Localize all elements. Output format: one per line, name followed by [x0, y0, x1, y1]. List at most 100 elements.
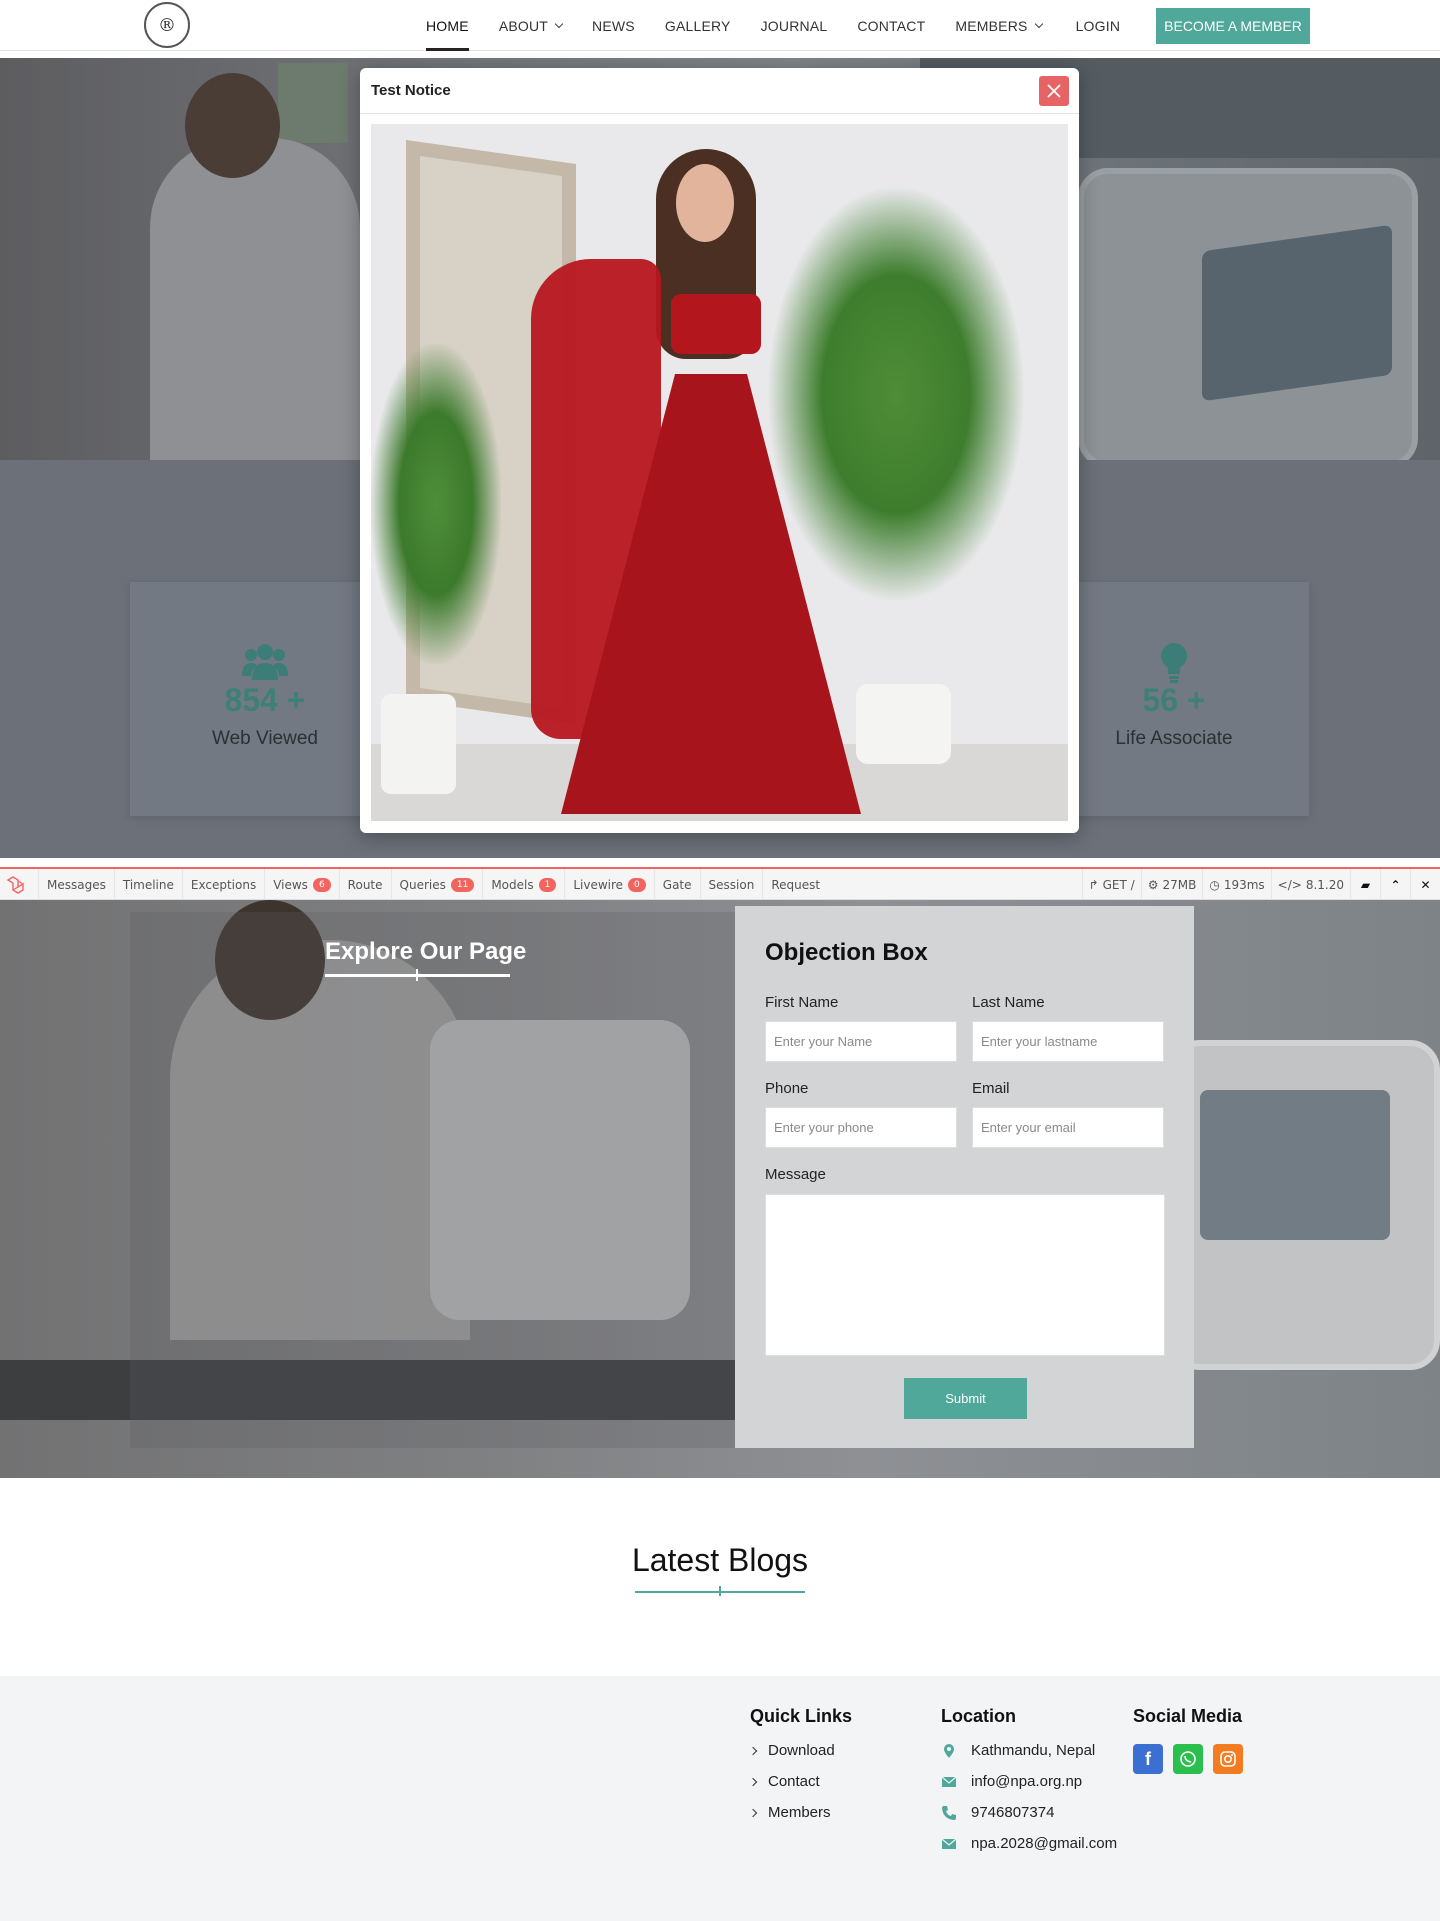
location-email-2-text: npa.2028@gmail.com — [971, 1835, 1118, 1852]
chevron-down-icon — [1034, 19, 1043, 28]
code-icon: </> — [1277, 877, 1302, 892]
explore-heading: Explore Our Page — [325, 938, 527, 965]
email-label: Email — [972, 1080, 1010, 1097]
image-pot-right — [856, 684, 951, 764]
message-textarea[interactable] — [765, 1194, 1165, 1356]
debug-tab-timeline[interactable]: Timeline — [113, 869, 182, 900]
location-phone-text: 9746807374 — [971, 1804, 1055, 1821]
chevron-right-icon — [748, 1777, 758, 1786]
stat-value: 56 + — [1142, 682, 1206, 718]
nav-members-label: MEMBERS — [955, 17, 1028, 34]
contact-left-card — [130, 912, 735, 1448]
close-icon[interactable]: ✕ — [1410, 869, 1440, 900]
debug-tab-label: Queries — [399, 877, 446, 892]
chevron-down-icon — [554, 19, 564, 28]
nav-home-label: HOME — [426, 17, 469, 34]
debug-tab-label: Gate — [662, 877, 692, 892]
nav-contact[interactable]: CONTACT — [857, 0, 925, 51]
debug-tab-label: Timeline — [122, 877, 174, 892]
nav-about-label: ABOUT — [498, 17, 549, 34]
debug-tab-exceptions[interactable]: Exceptions — [181, 869, 264, 900]
debug-tab-label: Views — [273, 877, 308, 892]
last-name-input[interactable]: Enter your lastname — [972, 1021, 1164, 1062]
email-input[interactable]: Enter your email — [972, 1107, 1164, 1148]
footer-link-contact[interactable]: Contact — [748, 1773, 820, 1790]
debug-request-method[interactable]: ↱ GET / — [1081, 869, 1141, 900]
debug-time: ◷ 193ms — [1202, 869, 1270, 900]
debug-method-text: GET / — [1102, 877, 1135, 892]
debug-tab-route[interactable]: Route — [338, 869, 391, 900]
footer-link-download[interactable]: Download — [748, 1742, 835, 1759]
debug-tab-views[interactable]: Views 6 — [264, 869, 338, 900]
hero-scientist — [150, 138, 360, 460]
footer-link-label: Download — [768, 1742, 835, 1759]
footer-link-label: Contact — [768, 1773, 820, 1790]
debug-version-text: 8.1.20 — [1305, 877, 1344, 892]
debug-tab-queries[interactable]: Queries 11 — [390, 869, 483, 900]
quick-links-title: Quick Links — [750, 1706, 853, 1726]
location-email-text: info@npa.org.np — [971, 1773, 1083, 1790]
message-label: Message — [765, 1166, 826, 1183]
nav-about[interactable]: ABOUT — [498, 0, 564, 51]
debug-tab-request[interactable]: Request — [762, 869, 828, 900]
mail-icon — [941, 1838, 957, 1849]
nav-news-label: NEWS — [592, 17, 635, 34]
debug-bar: Messages Timeline Exceptions Views 6 Route Que… — [0, 867, 1440, 900]
folder-open-icon[interactable]: ▰ — [1350, 869, 1380, 900]
debug-tab-session[interactable]: Session — [699, 869, 763, 900]
nav-home[interactable]: HOME — [426, 0, 469, 51]
nav-contact-label: CONTACT — [857, 17, 926, 34]
image-plant-left — [371, 344, 501, 664]
stat-card-life-associate: 56 + Life Associate — [1039, 582, 1309, 816]
top-navbar: ® HOME ABOUT NEWS GALLERY JOURNAL CONTAC… — [0, 0, 1440, 51]
hero-machine-screen — [1202, 224, 1392, 402]
debug-tab-gate[interactable]: Gate — [653, 869, 700, 900]
become-member-button[interactable]: BECOME A MEMBER — [1156, 8, 1310, 44]
footer-link-members[interactable]: Members — [748, 1804, 831, 1821]
debug-meta: ↱ GET / ⚙ 27MB ◷ 193ms </> 8.1.20 ▰ ⌃ ✕ — [1081, 869, 1440, 900]
location-email-2[interactable]: npa.2028@gmail.com — [941, 1835, 1117, 1852]
nav-journal-label: JOURNAL — [760, 17, 828, 34]
debug-tab-livewire[interactable]: Livewire 0 — [564, 869, 653, 900]
submit-button[interactable]: Submit — [904, 1378, 1027, 1419]
location-address: Kathmandu, Nepal — [941, 1742, 1095, 1759]
location-phone[interactable]: 9746807374 — [941, 1804, 1054, 1821]
chevron-right-icon — [748, 1746, 758, 1755]
instagram-icon[interactable] — [1213, 1744, 1243, 1774]
debug-tab-badge: 6 — [312, 877, 331, 892]
stat-label: Life Associate — [1115, 728, 1233, 749]
debug-memory: ⚙ 27MB — [1140, 869, 1203, 900]
chevron-up-icon[interactable]: ⌃ — [1380, 869, 1410, 900]
nav-journal[interactable]: JOURNAL — [761, 0, 828, 51]
location-email[interactable]: info@npa.org.np — [941, 1773, 1082, 1790]
image-face — [676, 164, 734, 242]
blogs-underline-tick — [719, 1586, 721, 1596]
nav-news[interactable]: NEWS — [592, 0, 635, 51]
whatsapp-icon[interactable] — [1173, 1744, 1203, 1774]
nav-gallery-label: GALLERY — [664, 17, 731, 34]
footer: Quick Links Download Contact Members Loc… — [0, 1676, 1440, 1921]
debug-tab-label: Session — [708, 877, 755, 892]
nav-login[interactable]: LOGIN — [1076, 0, 1121, 51]
site-logo[interactable]: ® — [144, 2, 190, 48]
contact-bg-screen — [1200, 1090, 1390, 1240]
latest-blogs-heading: Latest Blogs — [631, 1542, 809, 1578]
nav-gallery[interactable]: GALLERY — [665, 0, 731, 51]
debug-tab-label: Messages — [47, 877, 106, 892]
nav-login-label: LOGIN — [1075, 17, 1121, 34]
first-name-label: First Name — [765, 994, 839, 1011]
facebook-icon[interactable]: f — [1133, 1744, 1163, 1774]
location-title: Location — [941, 1706, 1016, 1726]
nav-members[interactable]: MEMBERS — [955, 0, 1043, 51]
phone-icon — [942, 1805, 956, 1820]
debug-tab-models[interactable]: Models 1 — [482, 869, 564, 900]
debug-tab-label: Exceptions — [190, 877, 257, 892]
modal-close-button[interactable] — [1039, 76, 1069, 106]
explore-underline-tick — [416, 969, 418, 981]
laravel-logo-icon[interactable] — [6, 876, 28, 894]
debug-tab-messages[interactable]: Messages — [38, 869, 114, 900]
notice-image — [371, 124, 1068, 821]
first-name-input[interactable]: Enter your Name — [765, 1021, 957, 1062]
debug-tab-label: Livewire — [573, 877, 624, 892]
phone-input[interactable]: Enter your phone — [765, 1107, 957, 1148]
